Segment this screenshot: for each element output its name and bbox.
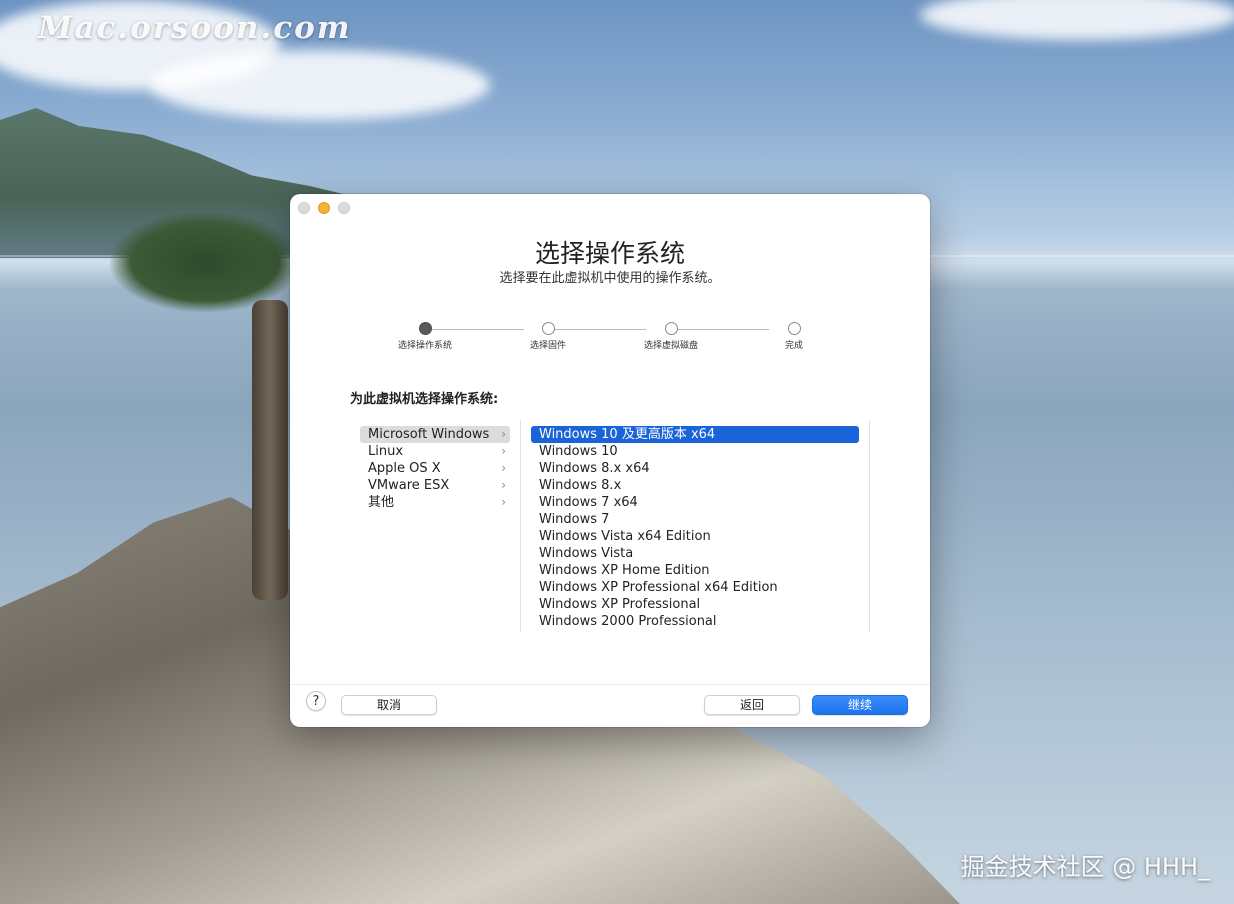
dialog-title: 选择操作系统 <box>534 239 685 268</box>
watermark-top-left: Mac.orsoon.com <box>38 10 352 46</box>
list-divider <box>520 420 521 632</box>
os-option-windows-xp-home[interactable]: Windows XP Home Edition <box>531 562 859 579</box>
zoom-window-button[interactable] <box>338 202 350 214</box>
chevron-right-icon: › <box>501 461 506 475</box>
category-label: Linux <box>368 444 404 459</box>
help-button[interactable]: ? <box>306 691 326 711</box>
tree-decoration <box>110 212 300 312</box>
minimize-window-button[interactable] <box>318 202 330 214</box>
step-finish: 完成 <box>749 322 839 351</box>
os-option-windows-xp-pro[interactable]: Windows XP Professional <box>531 596 859 613</box>
os-option-windows-10[interactable]: Windows 10 <box>531 443 859 460</box>
step-label: 选择操作系统 <box>397 341 452 351</box>
chevron-right-icon: › <box>501 478 506 492</box>
os-option-windows-7[interactable]: Windows 7 <box>531 511 859 528</box>
continue-button[interactable]: 继续 <box>812 695 908 715</box>
cloud-decoration <box>920 0 1234 40</box>
category-item-microsoft-windows[interactable]: Microsoft Windows › <box>360 426 510 443</box>
cloud-decoration <box>150 50 490 120</box>
desktop-background: Mac.orsoon.com 掘金技术社区 @ HHH_ 选择操作系统 选择要在… <box>0 0 1234 904</box>
step-select-firmware: 选择固件 <box>503 322 593 351</box>
chevron-right-icon: › <box>501 427 506 441</box>
step-indicator: 选择操作系统 选择固件 选择虚拟磁盘 完成 <box>370 322 850 352</box>
os-version-list: Windows 10 及更高版本 x64 Windows 10 Windows … <box>531 426 859 630</box>
category-label: Apple OS X <box>368 461 441 476</box>
step-label: 完成 <box>784 341 803 351</box>
close-window-button[interactable] <box>298 202 310 214</box>
dialog-subtitle: 选择要在此虚拟机中使用的操作系统。 <box>499 271 721 286</box>
os-option-windows-8x-x64[interactable]: Windows 8.x x64 <box>531 460 859 477</box>
tree-trunk-decoration <box>252 300 288 600</box>
category-item-linux[interactable]: Linux › <box>360 443 510 460</box>
os-option-windows-vista-x64[interactable]: Windows Vista x64 Edition <box>531 528 859 545</box>
category-label: 其他 <box>368 495 395 510</box>
os-option-windows-7-x64[interactable]: Windows 7 x64 <box>531 494 859 511</box>
os-option-windows-vista[interactable]: Windows Vista <box>531 545 859 562</box>
step-dot <box>541 322 555 335</box>
os-prompt-label: 为此虚拟机选择操作系统: <box>350 392 499 407</box>
category-item-apple-os-x[interactable]: Apple OS X › <box>360 460 510 477</box>
os-option-windows-8x[interactable]: Windows 8.x <box>531 477 859 494</box>
step-select-os: 选择操作系统 <box>380 322 470 351</box>
cancel-button[interactable]: 取消 <box>341 695 437 715</box>
step-label: 选择虚拟磁盘 <box>643 341 698 351</box>
os-option-windows-2000-pro[interactable]: Windows 2000 Professional <box>531 613 859 630</box>
list-divider <box>869 420 870 632</box>
window-controls <box>298 202 350 214</box>
os-option-windows-xp-pro-x64[interactable]: Windows XP Professional x64 Edition <box>531 579 859 596</box>
select-os-dialog: 选择操作系统 选择要在此虚拟机中使用的操作系统。 选择操作系统 选择固件 选择虚… <box>290 194 930 727</box>
category-label: VMware ESX <box>368 478 450 493</box>
category-item-other[interactable]: 其他 › <box>360 494 510 511</box>
os-category-list: Microsoft Windows › Linux › Apple OS X ›… <box>360 426 510 511</box>
footer-divider <box>290 684 930 685</box>
back-button[interactable]: 返回 <box>704 695 800 715</box>
step-dot <box>664 322 678 335</box>
step-select-disk: 选择虚拟磁盘 <box>626 322 716 351</box>
watermark-bottom-right: 掘金技术社区 @ HHH_ <box>960 853 1210 881</box>
step-label: 选择固件 <box>529 341 566 351</box>
step-dot-active <box>418 322 432 335</box>
chevron-right-icon: › <box>501 495 506 509</box>
os-option-windows-10-x64-later[interactable]: Windows 10 及更高版本 x64 <box>531 426 859 443</box>
step-dot <box>787 322 801 335</box>
category-item-vmware-esx[interactable]: VMware ESX › <box>360 477 510 494</box>
category-label: Microsoft Windows <box>368 427 490 442</box>
chevron-right-icon: › <box>501 444 506 458</box>
